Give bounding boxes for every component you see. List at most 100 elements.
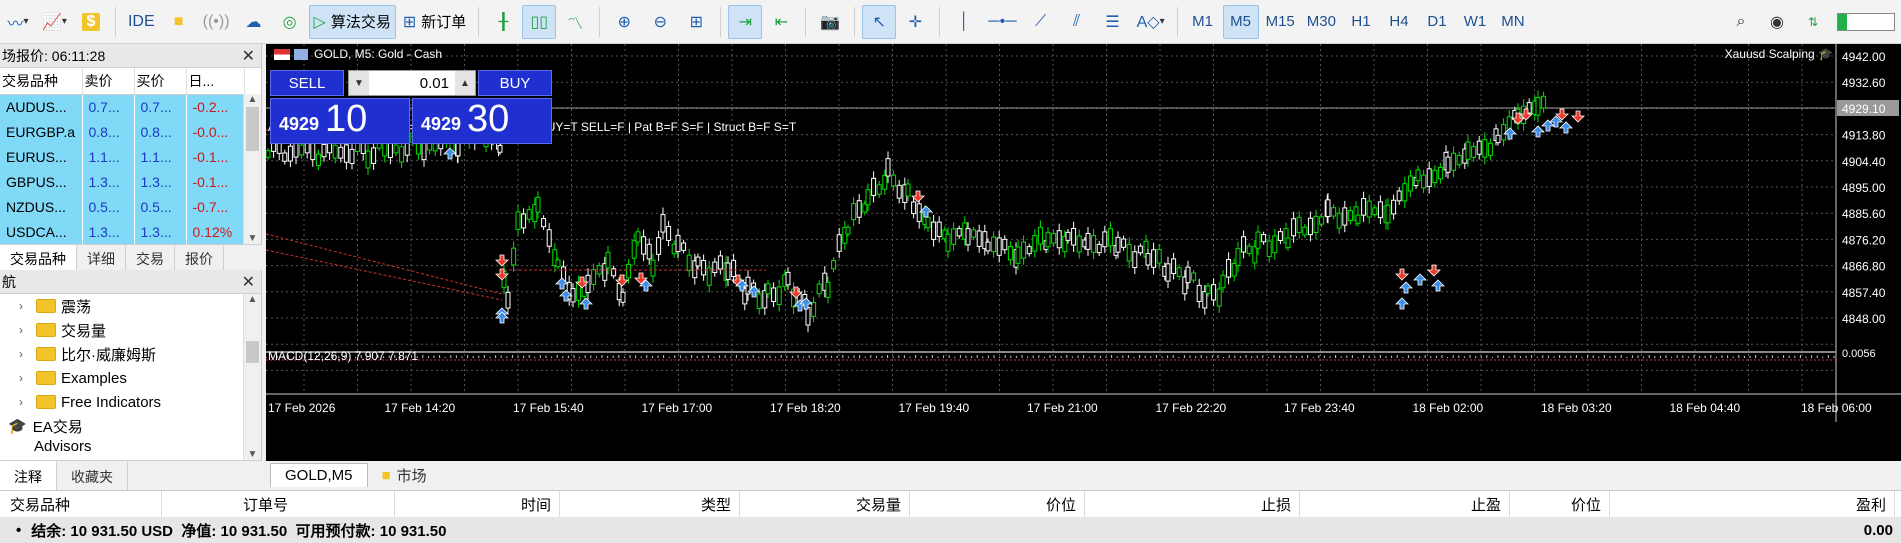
chevron-right-icon[interactable]: › xyxy=(14,347,28,361)
market-watch-row[interactable]: EURGBP.a 0.8... 0.8... -0.0... xyxy=(0,119,245,144)
timeframe-h1[interactable]: H1 xyxy=(1343,5,1379,39)
zoom-out-button[interactable]: ⊖ xyxy=(643,5,677,39)
line-chart-button[interactable]: 〽 xyxy=(558,5,592,39)
market-watch-row[interactable]: GBPUS... 1.3... 1.3... -0.1... xyxy=(0,169,245,194)
market-button[interactable]: $ xyxy=(74,5,108,39)
folder-icon xyxy=(36,371,56,385)
folder-icon xyxy=(36,395,56,409)
terminal-col-header[interactable]: 交易量 xyxy=(740,491,910,517)
market-watch-tab[interactable]: 交易品种 xyxy=(0,245,77,270)
ide-button[interactable]: IDE xyxy=(123,5,160,39)
bar-chart-button[interactable]: ╂ xyxy=(486,5,520,39)
candle-body xyxy=(546,229,552,247)
candle-body xyxy=(945,233,951,252)
timeframe-w1[interactable]: W1 xyxy=(1457,5,1493,39)
line-chart-dropdown[interactable]: 〰 ▾ xyxy=(1,5,35,39)
nav-folder-item[interactable]: › 震荡 xyxy=(14,294,261,318)
terminal-col-header[interactable]: 订单号 xyxy=(235,491,395,517)
terminal-col-header[interactable]: 盈利 xyxy=(1640,491,1895,517)
timeframe-m5[interactable]: M5 xyxy=(1222,4,1259,39)
market-watch-row[interactable]: AUDUS... 0.7... 0.7... -0.2... xyxy=(0,94,245,119)
timeframe-mn[interactable]: MN xyxy=(1495,5,1531,39)
buy-price-button[interactable]: 4929 30 xyxy=(412,98,552,144)
nav-folder-item[interactable]: › Free Indicators xyxy=(14,390,261,414)
terminal-col-header[interactable]: 价位 xyxy=(935,491,1085,517)
terminal-col-header[interactable]: 类型 xyxy=(600,491,740,517)
chevron-right-icon[interactable]: › xyxy=(14,299,28,313)
terminal-col-header[interactable]: 时间 xyxy=(430,491,560,517)
market-watch-col-header[interactable]: 卖价 xyxy=(82,68,135,95)
zoom-in-button[interactable]: ⊕ xyxy=(607,5,641,39)
signal-strength[interactable]: ⇅ xyxy=(1796,5,1830,39)
terminal-col-header[interactable]: 止损 xyxy=(1100,491,1300,517)
close-icon[interactable]: ✕ xyxy=(242,272,255,292)
terminal-col-header[interactable]: 价位 xyxy=(1480,491,1610,517)
crosshair-button[interactable]: ✛ xyxy=(898,5,932,39)
market-watch-col-header[interactable]: 日... xyxy=(186,68,245,95)
timeframe-m30[interactable]: M30 xyxy=(1302,5,1341,39)
cloud-button[interactable]: ☁ xyxy=(237,5,271,39)
chevron-right-icon[interactable]: › xyxy=(14,395,28,409)
market-watch-row[interactable]: USDCA... 1.3... 1.3... 0.12% xyxy=(0,219,245,244)
timeframe-m15[interactable]: M15 xyxy=(1261,5,1300,39)
timeframe-d1[interactable]: D1 xyxy=(1419,5,1455,39)
algo-trading-button[interactable]: ▷ 算法交易 xyxy=(308,4,396,39)
channel-button[interactable]: ⫽ xyxy=(1060,5,1094,39)
nav-folder-item[interactable]: › 交易量 xyxy=(14,318,261,342)
market-watch-tab[interactable]: 交易 xyxy=(126,245,175,270)
candlestick-button[interactable]: ▯▯ xyxy=(522,4,557,39)
market-watch-tab[interactable]: 详细 xyxy=(77,245,126,270)
terminal-col-header[interactable]: 止盈 xyxy=(1290,491,1510,517)
timeframe-h4[interactable]: H4 xyxy=(1381,5,1417,39)
vps-button[interactable]: ◎ xyxy=(273,5,307,39)
terminal-col-header[interactable]: 交易品种 xyxy=(2,491,162,517)
cursor-button[interactable]: ↖ xyxy=(862,4,897,39)
chevron-right-icon[interactable]: › xyxy=(14,371,28,385)
time-tick-label: 17 Feb 21:00 xyxy=(1027,401,1098,415)
nav-folder-item[interactable]: › 比尔·威廉姆斯 xyxy=(14,342,261,366)
indicators-dropdown[interactable]: 📈 ▾ xyxy=(37,5,72,39)
trendline-button[interactable]: ⟋ xyxy=(1024,5,1058,39)
nav-advisors-item[interactable]: Advisors xyxy=(0,438,261,454)
volume-field[interactable]: ▼ 0.01 ▲ xyxy=(348,70,476,96)
chart-shift-button[interactable]: ⇤ xyxy=(764,5,798,39)
close-icon[interactable]: ✕ xyxy=(242,46,255,66)
market-bag-button[interactable]: ■ xyxy=(162,5,196,39)
horizontal-line-button[interactable]: ─•─ xyxy=(983,5,1021,39)
vertical-line-button[interactable]: │ xyxy=(947,5,981,39)
chart-window[interactable]: 4942.004932.604923.204913.804904.404895.… xyxy=(266,44,1901,461)
market-watch-scrollbar[interactable]: ▲ ▼ xyxy=(243,94,261,244)
volume-up-icon[interactable]: ▲ xyxy=(455,71,475,95)
tab-market[interactable]: ■ 市场 xyxy=(368,463,441,487)
sell-price-button[interactable]: 4929 10 xyxy=(270,98,410,144)
candle-body xyxy=(1211,284,1217,301)
navigator-scrollbar[interactable]: ▲ ▼ xyxy=(243,294,261,460)
volume-down-icon[interactable]: ▼ xyxy=(349,71,369,95)
signals-button[interactable]: ((•)) xyxy=(198,5,235,39)
sell-button[interactable]: SELL xyxy=(270,70,344,96)
chevron-right-icon[interactable]: › xyxy=(14,323,28,337)
time-tick-label: 17 Feb 22:20 xyxy=(1156,401,1227,415)
tile-button[interactable]: ⊞ xyxy=(679,5,713,39)
nav-folder-item[interactable]: › Examples xyxy=(14,366,261,390)
screenshot-button[interactable]: 📷 xyxy=(813,5,847,39)
shapes-dropdown[interactable]: A◇ ▾ xyxy=(1132,5,1170,39)
expert-label: Xauusd Scalping 🎓 xyxy=(1725,47,1833,61)
navigator-tab[interactable]: 收藏夹 xyxy=(57,461,128,490)
nav-ea-item[interactable]: 🎓 EA交易 xyxy=(0,414,261,438)
new-order-button[interactable]: ⊞ 新订单 xyxy=(398,5,471,39)
market-watch-row[interactable]: NZDUS... 0.5... 0.5... -0.7... xyxy=(0,194,245,219)
timeframe-m1[interactable]: M1 xyxy=(1185,5,1221,39)
market-watch-row[interactable]: EURUS... 1.1... 1.1... -0.1... xyxy=(0,144,245,169)
tab-gold-m5[interactable]: GOLD,M5 xyxy=(270,463,368,487)
account-button[interactable]: ◉ xyxy=(1760,5,1794,39)
market-watch-col-header[interactable]: 交易品种 xyxy=(0,68,83,95)
buy-button[interactable]: BUY xyxy=(478,70,552,96)
autoscroll-button[interactable]: ⇥ xyxy=(728,4,763,39)
fibonacci-button[interactable]: ☰ xyxy=(1096,5,1130,39)
candle-body xyxy=(1165,263,1171,282)
market-watch-col-header[interactable]: 买价 xyxy=(134,68,187,95)
search-button[interactable]: ⌕ xyxy=(1724,5,1758,39)
navigator-tab[interactable]: 注释 xyxy=(0,461,57,490)
market-watch-tab[interactable]: 报价 xyxy=(175,245,224,270)
